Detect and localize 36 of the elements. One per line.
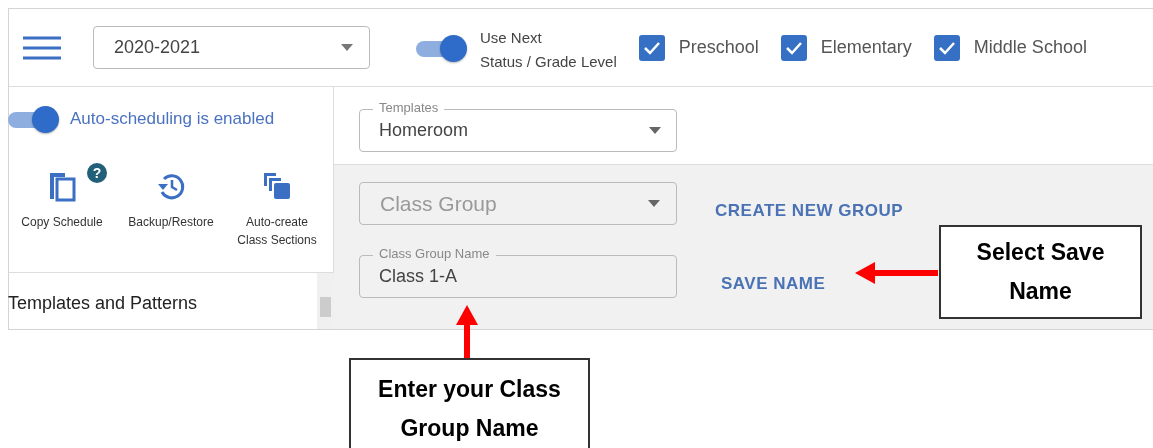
callout-text: Enter your Class Group Name bbox=[349, 358, 590, 448]
templates-select[interactable]: Templates Homeroom bbox=[359, 99, 677, 152]
history-icon bbox=[156, 171, 186, 201]
caret-icon bbox=[341, 44, 353, 51]
scrollbar[interactable] bbox=[317, 273, 334, 329]
checkbox[interactable] bbox=[638, 34, 665, 61]
toggle-label: Status / Grade Level bbox=[480, 51, 617, 72]
toggle-label: Use Next bbox=[480, 27, 543, 48]
arrow bbox=[456, 305, 478, 359]
action-label[interactable]: Backup/Restore bbox=[128, 213, 214, 231]
toggle-switch[interactable] bbox=[416, 33, 468, 62]
check-icon bbox=[937, 40, 956, 55]
checkbox-label: Preschool bbox=[678, 37, 759, 58]
checkbox-label: Middle School bbox=[973, 37, 1087, 58]
action-label[interactable]: Auto-create Class Sections bbox=[232, 213, 322, 249]
auto-scheduling-label: Auto-scheduling is enabled bbox=[70, 109, 275, 129]
stack-icon bbox=[262, 171, 292, 201]
callout-text: Select Save Name bbox=[939, 225, 1142, 319]
check-icon bbox=[784, 40, 803, 55]
caret-icon bbox=[649, 126, 661, 134]
save-name-button[interactable]: SAVE NAME bbox=[715, 270, 832, 298]
checkbox-label: Elementary bbox=[820, 37, 912, 58]
class-group-name-field[interactable]: Class Group Name Class 1-A bbox=[359, 246, 677, 298]
action-label[interactable]: Copy Schedule bbox=[21, 213, 103, 231]
field-label: Class Group Name bbox=[373, 246, 496, 262]
checkbox[interactable] bbox=[780, 34, 807, 61]
checkbox[interactable] bbox=[933, 34, 960, 61]
year-select[interactable]: 2020-2021 bbox=[93, 26, 370, 69]
create-group-button[interactable]: CREATE NEW GROUP bbox=[709, 197, 910, 225]
menu-icon[interactable] bbox=[22, 35, 62, 60]
help-badge[interactable]: ? bbox=[87, 163, 107, 183]
section-title: Templates and Patterns bbox=[8, 293, 198, 315]
copy-icon bbox=[47, 170, 77, 202]
caret-icon bbox=[648, 200, 660, 207]
check-icon bbox=[642, 40, 661, 55]
toggle-switch[interactable] bbox=[8, 105, 60, 133]
